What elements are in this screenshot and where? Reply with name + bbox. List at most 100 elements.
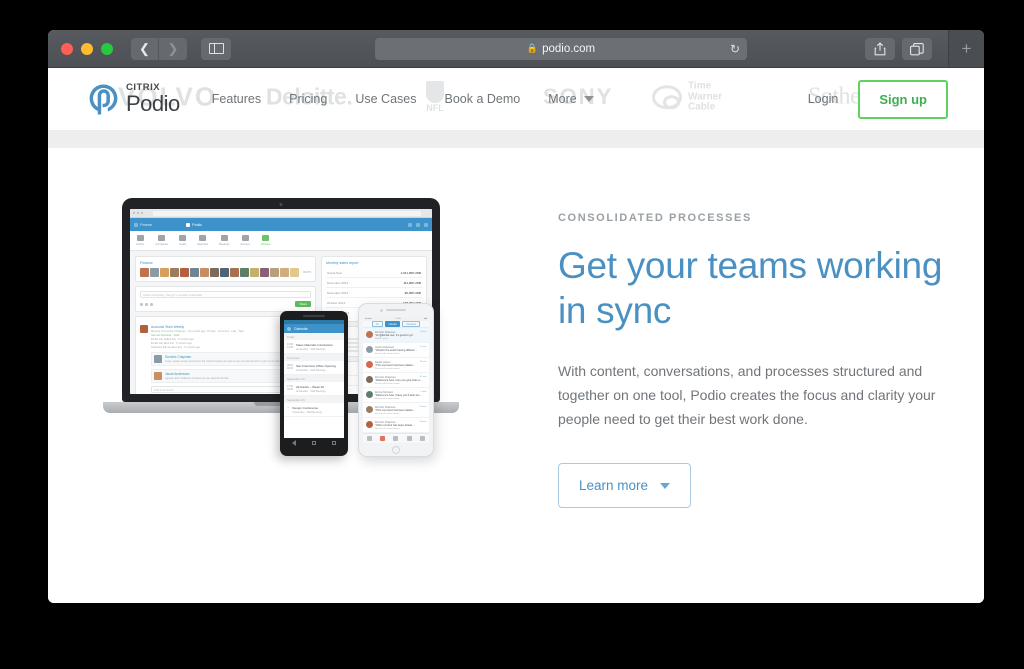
share-icon[interactable] (865, 38, 895, 60)
browser-titlebar: ❮ ❯ 🔒 podio.com ↻ + (48, 30, 984, 68)
ios-message-row[interactable]: Dominic Chapman 41 min "Reference how I c… (363, 373, 429, 389)
android-app-title: Calendar (294, 326, 308, 331)
new-tab-button[interactable]: + (948, 30, 984, 67)
ios-message-row[interactable]: Jacob Andersson 12 min "Would it be worth… (363, 343, 429, 359)
nav-item-features[interactable]: Features (212, 92, 261, 106)
signup-button[interactable]: Sign up (858, 79, 948, 119)
mockup-report-title: Monthly sales report (325, 261, 359, 265)
close-window-button[interactable] (61, 42, 73, 55)
podio-wordmark: CITRIX Podio (126, 83, 180, 116)
ios-message-row[interactable]: Emma Hermann 1 hour "Reference how I have… (363, 388, 429, 404)
mockup-workspace-card: Finance 36/175 (135, 256, 316, 282)
mockup-workspace-chip: Finance (134, 222, 153, 227)
learn-more-button[interactable]: Learn more (558, 463, 692, 509)
mockup-app-bar-icons (408, 222, 428, 227)
login-link[interactable]: Login (808, 92, 839, 106)
mockup-tab-surveys[interactable]: Surveys (240, 235, 250, 246)
mockup-address-bar (153, 210, 421, 216)
mockup-app-tabs: Activity Companies Deals Materials Meeti… (130, 231, 432, 251)
android-speaker-icon (303, 315, 325, 317)
mockup-tab-companies[interactable]: Companies (155, 235, 168, 246)
android-section-label: Today (284, 333, 344, 340)
ios-segmented-control: All Unread Mentions (363, 320, 429, 329)
address-bar-url: podio.com (542, 43, 596, 55)
hero-headline-line2: in sync (558, 290, 672, 332)
iphone-mockup: ●●●●● 17:00 ■■ All Unread Mentions Domin… (358, 303, 434, 457)
forward-chevron-icon[interactable]: ❯ (159, 37, 187, 60)
android-home-icon[interactable] (312, 440, 316, 445)
back-chevron-icon[interactable]: ❮ (131, 37, 159, 60)
android-menu-icon[interactable] (287, 326, 291, 331)
ios-message-row[interactable]: Dominic Chapman 10 min "Hi @Emilia Ivar, … (363, 328, 429, 344)
ios-message-row[interactable]: Daniel Larsen 25 min "This comment has be… (363, 358, 429, 374)
android-screen: Calendar Today 13:00 14:00 Sales Materia… (284, 320, 344, 438)
android-event-row[interactable]: — Design Conference Amsterdam · Staff Me… (284, 403, 344, 417)
main-nav: Features Pricing Use Cases Book a Demo M… (212, 92, 594, 106)
android-event-row[interactable]: 09:00 10:00 San Francisco Office Opening… (284, 361, 344, 375)
iphone-home-button[interactable] (392, 446, 400, 454)
mockup-tab-materials[interactable]: Materials (197, 235, 208, 246)
mockup-workspace-title: Finance (140, 261, 153, 265)
ios-tab-activity[interactable] (367, 436, 373, 442)
android-back-icon[interactable] (292, 439, 296, 446)
reload-icon[interactable]: ↻ (730, 42, 740, 56)
android-recents-icon[interactable] (332, 440, 336, 445)
laptop-camera-icon (279, 203, 283, 206)
show-tabs-icon[interactable] (902, 38, 932, 60)
android-nav-bar (284, 438, 344, 447)
window-traffic-lights (61, 42, 113, 55)
ios-message-row[interactable]: Dominic Chapman 3 hours "Other content ha… (363, 418, 429, 434)
hero-headline: Get your teams working in sync (558, 243, 948, 333)
android-event-row[interactable]: 13:00 14:00 Sales Materials Introduction… (284, 340, 344, 354)
header-divider-band (48, 130, 984, 148)
ios-tab-tasks[interactable] (393, 436, 399, 442)
nav-item-more[interactable]: More (548, 92, 594, 106)
mockup-member-count: 36/175 (303, 271, 311, 274)
mockup-app-bar: Finance Podio (130, 218, 432, 231)
ios-tab-notifications[interactable] (380, 436, 386, 442)
hero-copy: CONSOLIDATED PROCESSES Get your teams wo… (558, 198, 948, 509)
mockup-tab-meetings[interactable]: Meetings (219, 235, 229, 246)
podio-logo[interactable]: CITRIX Podio (88, 83, 180, 116)
mockup-tab-activity[interactable]: Activity (136, 235, 144, 246)
mockup-workspace-name: Finance (140, 222, 153, 227)
nav-item-more-label: More (548, 92, 577, 106)
ios-tab-bar (363, 433, 429, 443)
ios-tab-more[interactable] (419, 436, 425, 442)
hero-section: Finance Podio Activity Companies Deals M… (48, 148, 984, 509)
header-actions: Login Sign up (808, 79, 948, 119)
mockup-browser-bar (130, 209, 432, 218)
hero-eyebrow: CONSOLIDATED PROCESSES (558, 212, 752, 224)
android-event-row[interactable]: 17:00 18:00 All Hands – Week 26 Amsterda… (284, 382, 344, 396)
mockup-tab-deals[interactable]: Deals (179, 235, 187, 246)
learn-more-label: Learn more (579, 478, 649, 494)
titlebar-right-buttons (865, 38, 932, 60)
mockup-share-button[interactable]: Share (295, 301, 311, 307)
ios-message-row[interactable]: Dominic Chapman 2 hours "This comment has… (363, 403, 429, 419)
ios-segment-mentions[interactable]: Mentions (402, 321, 421, 328)
chevron-down-icon (660, 482, 671, 489)
web-page: VOLVO Deloitte. NFL SONY Time Warner Cab… (48, 68, 984, 603)
iphone-camera-icon (380, 308, 383, 312)
podio-label: Podio (126, 91, 180, 117)
mockup-member-avatars: 36/175 (140, 268, 311, 277)
ios-tab-chat[interactable] (406, 436, 412, 442)
podio-mark-icon (88, 83, 119, 116)
address-bar[interactable]: 🔒 podio.com ↻ (375, 38, 747, 60)
nav-item-book-a-demo[interactable]: Book a Demo (444, 92, 520, 106)
ios-segment-unread[interactable]: Unread (384, 321, 401, 328)
ios-segment-all[interactable]: All (371, 321, 383, 328)
minimize-window-button[interactable] (81, 42, 93, 55)
android-app-bar: Calendar (284, 324, 344, 333)
hero-body-text: With content, conversations, and process… (558, 363, 936, 428)
iphone-screen: ●●●●● 17:00 ■■ All Unread Mentions Domin… (363, 317, 429, 443)
nav-item-use-cases[interactable]: Use Cases (355, 92, 416, 106)
iphone-speaker-icon (386, 309, 406, 311)
maximize-window-button[interactable] (101, 42, 113, 55)
mockup-share-input[interactable]: Share something. Use @ to mention indivi… (140, 291, 311, 298)
android-phone-mockup: Calendar Today 13:00 14:00 Sales Materia… (280, 311, 348, 456)
nav-item-pricing[interactable]: Pricing (289, 92, 327, 106)
mockup-tab-add-app[interactable]: Add app (261, 235, 270, 246)
mockup-app-brand: Podio (186, 222, 202, 227)
sidebar-toggle-icon[interactable] (201, 37, 231, 60)
